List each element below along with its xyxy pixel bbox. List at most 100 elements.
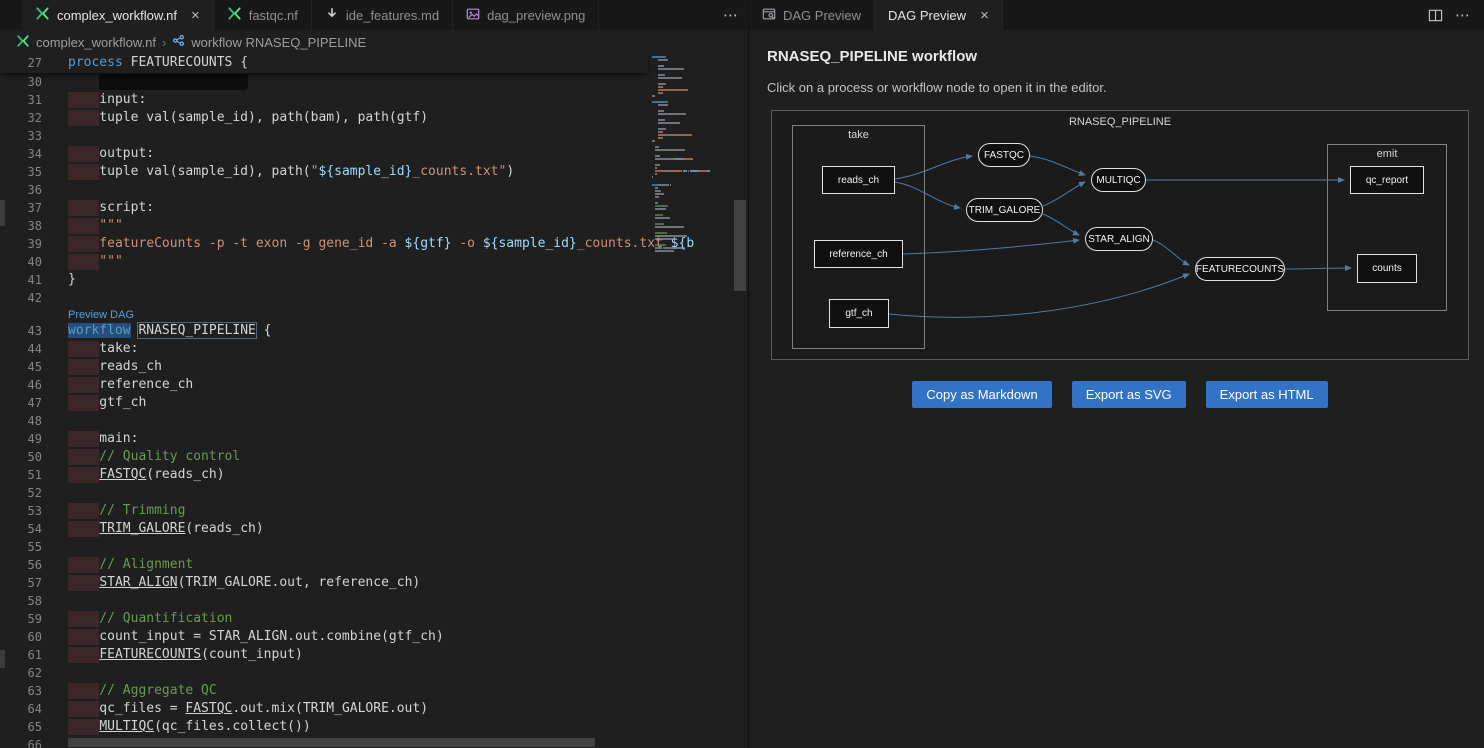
line-number: 62 [0,664,42,682]
page-title: RNASEQ_PIPELINE workflow [767,48,977,65]
sticky-scroll-line[interactable]: 27 process FEATURECOUNTS { [0,54,648,73]
codelens-preview-dag[interactable]: Preview DAG [68,309,134,321]
line-number: 53 [0,502,42,520]
code-line[interactable]: 55 [0,538,748,556]
code-line[interactable]: 34 output: [0,145,748,163]
line-number: 43 [0,322,42,340]
split-editor-icon[interactable] [1428,8,1443,23]
editor-tab-bar: complex_workflow.nf × fastqc.nf ide_feat… [0,0,748,30]
dag-node-TRIM_GALORE[interactable]: TRIM_GALORE [966,198,1043,222]
code-line[interactable]: 61 FEATURECOUNTS(count_input) [0,646,748,664]
line-number: 56 [0,556,42,574]
line-number: 37 [0,199,42,217]
code-line[interactable]: 49 main: [0,430,748,448]
tab-label: DAG Preview [888,8,966,23]
code-line[interactable]: 62 [0,664,748,682]
code-line[interactable]: 57 STAR_ALIGN(TRIM_GALORE.out, reference… [0,574,748,592]
line-number: 40 [0,253,42,271]
dag-node-gtf_ch[interactable]: gtf_ch [829,299,889,328]
code-editor[interactable]: 27 process FEATURECOUNTS { 3031 input:32… [0,54,748,748]
line-number: 60 [0,628,42,646]
close-icon[interactable]: × [191,8,200,23]
line-number: 36 [0,181,42,199]
code-line[interactable]: 47 gtf_ch [0,394,748,412]
code-line[interactable]: 33 [0,127,748,145]
tab-ide-features[interactable]: ide_features.md [312,0,453,30]
dag-node-MULTIQC[interactable]: MULTIQC [1091,168,1146,192]
tab-fastqc[interactable]: fastqc.nf [214,0,312,30]
code-line[interactable]: 58 [0,592,748,610]
dag-node-reference_ch[interactable]: reference_ch [814,240,903,268]
tab-label: dag_preview.png [487,8,585,23]
dag-node-FEATURECOUNTS[interactable]: FEATURECOUNTS [1195,257,1285,281]
code-line[interactable]: 32 tuple val(sample_id), path(bam), path… [0,109,748,127]
code-line[interactable]: 35 tuple val(sample_id), path("${sample_… [0,163,748,181]
code-line[interactable]: 59 // Quantification [0,610,748,628]
code-line[interactable]: 43workflow RNASEQ_PIPELINE { [0,322,748,340]
export-as-svg-button[interactable]: Export as SVG [1072,381,1186,408]
code-line[interactable]: 65 MULTIQC(qc_files.collect()) [0,718,748,736]
panel-tab-bar: DAG Preview DAG Preview × ⋯ [748,0,1484,30]
minimap[interactable] [648,54,712,314]
code-line[interactable]: 51 FASTQC(reads_ch) [0,466,748,484]
code-line[interactable]: 54 TRIM_GALORE(reads_ch) [0,520,748,538]
breadcrumb-symbol[interactable]: workflow RNASEQ_PIPELINE [191,35,366,50]
line-number: 66 [0,736,42,748]
code-line[interactable]: 42 [0,289,748,307]
line-number: 63 [0,682,42,700]
code-line[interactable]: 37 script: [0,199,748,217]
line-number: 32 [0,109,42,127]
code-line[interactable]: 63 // Aggregate QC [0,682,748,700]
code-line[interactable]: 36 [0,181,748,199]
dag-preview-panel: RNASEQ_PIPELINE workflow Click on a proc… [748,30,1484,748]
tab-dag-preview-png[interactable]: dag_preview.png [453,0,599,30]
export-as-html-button[interactable]: Export as HTML [1206,381,1328,408]
code-line[interactable]: 50 // Quality control [0,448,748,466]
code-line[interactable]: 46 reference_ch [0,376,748,394]
code-line[interactable]: 44 take: [0,340,748,358]
line-number: 48 [0,412,42,430]
dag-node-qc_report[interactable]: qc_report [1350,166,1424,194]
line-number: 57 [0,574,42,592]
line-number: 50 [0,448,42,466]
dag-node-counts[interactable]: counts [1357,254,1417,283]
code-line[interactable]: 31 input: [0,91,748,109]
breadcrumb-file[interactable]: complex_workflow.nf [36,35,156,50]
more-tabs-icon[interactable]: ⋯ [713,0,748,30]
tab-label: ide_features.md [346,8,439,23]
tab-dag-preview-2[interactable]: DAG Preview × [875,0,1003,30]
line-number: 59 [0,610,42,628]
tab-dag-preview-1[interactable]: DAG Preview [749,0,875,30]
line-number: 33 [0,127,42,145]
code-line[interactable]: 30 [0,73,748,91]
more-actions-icon[interactable]: ⋯ [1455,6,1470,24]
breadcrumb-separator: › [162,35,166,50]
workflow-symbol-icon [172,34,185,50]
line-number: 52 [0,484,42,502]
line-number: 51 [0,466,42,484]
panel-subtitle: Click on a process or workflow node to o… [767,80,1107,95]
code-line[interactable]: 64 qc_files = FASTQC.out.mix(TRIM_GALORE… [0,700,748,718]
code-line[interactable]: 40 """ [0,253,748,271]
dag-node-reads_ch[interactable]: reads_ch [822,166,895,194]
code-line[interactable]: 39 featureCounts -p -t exon -g gene_id -… [0,235,748,253]
line-number: 46 [0,376,42,394]
code-line[interactable]: 41} [0,271,748,289]
code-line[interactable]: 38 """ [0,217,748,235]
horizontal-scrollbar[interactable] [68,738,595,747]
code-line[interactable]: 56 // Alignment [0,556,748,574]
code-line[interactable]: 48 [0,412,748,430]
code-line[interactable]: 52 [0,484,748,502]
line-number: 30 [0,73,42,91]
code-line[interactable]: 53 // Trimming [0,502,748,520]
tab-complex-workflow[interactable]: complex_workflow.nf × [22,0,214,30]
code-line[interactable]: 45 reads_ch [0,358,748,376]
line-number: 27 [0,54,42,72]
close-icon[interactable]: × [980,8,989,23]
dag-node-STAR_ALIGN[interactable]: STAR_ALIGN [1085,227,1153,251]
dag-node-FASTQC[interactable]: FASTQC [978,143,1030,167]
code-line[interactable]: 60 count_input = STAR_ALIGN.out.combine(… [0,628,748,646]
line-number: 49 [0,430,42,448]
vertical-scrollbar[interactable] [734,200,746,291]
copy-as-markdown-button[interactable]: Copy as Markdown [912,381,1051,408]
